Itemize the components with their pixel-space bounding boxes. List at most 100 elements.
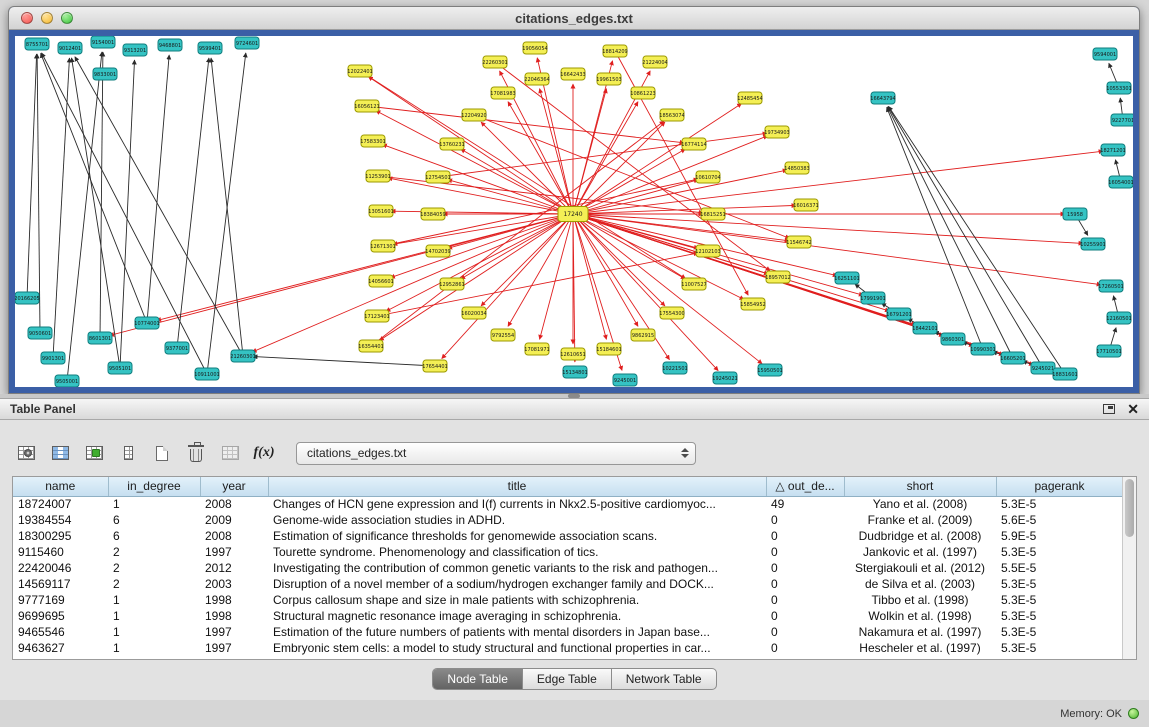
network-node[interactable]: 17081971 <box>524 343 549 355</box>
network-node[interactable]: 15854952 <box>740 298 765 310</box>
network-node[interactable]: 16774114 <box>681 138 706 150</box>
network-node[interactable]: 17081983 <box>490 87 515 99</box>
show-columns-button[interactable] <box>46 440 74 466</box>
network-node[interactable]: 9154001 <box>91 36 115 48</box>
network-node[interactable]: 9012401 <box>58 42 82 54</box>
table-row[interactable]: 1872400712008Changes of HCN gene express… <box>13 496 1123 512</box>
network-node[interactable]: 18384059 <box>420 208 445 220</box>
network-node[interactable]: 19245021 <box>712 372 737 384</box>
network-node[interactable]: 17991901 <box>860 292 885 304</box>
network-node[interactable]: 9468801 <box>158 39 182 51</box>
minimize-window-button[interactable] <box>41 12 53 24</box>
network-node[interactable]: 16054001 <box>1108 176 1133 188</box>
network-node[interactable]: 15134801 <box>562 366 587 378</box>
network-node[interactable]: 12204920 <box>461 109 486 121</box>
network-node[interactable]: 20166205 <box>15 292 40 304</box>
network-node[interactable]: 10610704 <box>695 171 720 183</box>
tab-node-table[interactable]: Node Table <box>433 669 523 689</box>
network-node[interactable]: 14850383 <box>784 162 809 174</box>
network-node[interactable]: 9505101 <box>108 362 132 374</box>
network-node[interactable]: 11253901 <box>365 170 390 182</box>
network-node[interactable]: 22260301 <box>482 56 507 68</box>
close-panel-icon[interactable]: ✕ <box>1127 402 1139 416</box>
network-node[interactable]: 12754501 <box>425 171 450 183</box>
table-row[interactable]: 2242004622012Investigating the contribut… <box>13 560 1123 576</box>
network-node[interactable]: 16643794 <box>870 92 895 104</box>
column-header-name[interactable]: name <box>13 477 108 496</box>
network-hub-node[interactable]: 17240 <box>558 207 588 222</box>
network-node[interactable]: 18271201 <box>1100 144 1125 156</box>
network-node[interactable]: 17554300 <box>659 307 684 319</box>
network-node[interactable]: 10990301 <box>970 343 995 355</box>
table-row[interactable]: 911546021997Tourette syndrome. Phenomeno… <box>13 544 1123 560</box>
network-node[interactable]: 10255901 <box>1080 238 1105 250</box>
network-node[interactable]: 16815251 <box>700 208 725 220</box>
table-source-dropdown[interactable]: citations_edges.txt <box>296 442 696 465</box>
table-row[interactable]: 977716911998Corpus callosum shape and si… <box>13 592 1123 608</box>
table-row[interactable]: 946554611997Estimation of the future num… <box>13 624 1123 640</box>
network-node[interactable]: 16791201 <box>886 308 911 320</box>
network-node[interactable]: 21260301 <box>230 350 255 362</box>
import-table-button[interactable] <box>216 440 244 466</box>
network-node[interactable]: 8601301 <box>88 332 112 344</box>
network-node[interactable]: 12160501 <box>1106 312 1131 324</box>
network-node[interactable]: 12022401 <box>347 65 372 77</box>
network-node[interactable]: 16605201 <box>1000 352 1025 364</box>
network-node[interactable]: 9860301 <box>941 333 965 345</box>
column-header-out_de[interactable]: △ out_de... <box>766 477 844 496</box>
network-node[interactable]: 9245001 <box>613 374 637 386</box>
network-node[interactable]: 16642433 <box>560 68 585 80</box>
network-node[interactable]: 10911001 <box>194 368 219 380</box>
network-node[interactable]: 21224004 <box>642 56 667 68</box>
network-node[interactable]: 10861223 <box>630 87 655 99</box>
window-titlebar[interactable]: citations_edges.txt <box>9 7 1139 30</box>
citation-network-graph[interactable]: 17240 16815251 12102103 11007527 17554300 986… <box>15 36 1133 387</box>
network-node[interactable]: 9377001 <box>165 342 189 354</box>
network-node[interactable]: 18831601 <box>1052 368 1077 380</box>
network-node[interactable]: 18442101 <box>912 322 937 334</box>
network-node[interactable]: 12671301 <box>370 240 395 252</box>
network-node[interactable]: 9594001 <box>1093 48 1117 60</box>
network-node[interactable]: 9833001 <box>93 68 117 80</box>
tab-edge-table[interactable]: Edge Table <box>523 669 612 689</box>
delete-table-button[interactable] <box>182 440 210 466</box>
network-node[interactable]: 9313201 <box>123 44 147 56</box>
table-row[interactable]: 1938455462009Genome-wide association stu… <box>13 512 1123 528</box>
table-row[interactable]: 969969511998Structural magnetic resonanc… <box>13 608 1123 624</box>
network-node[interactable]: 11007527 <box>681 278 706 290</box>
network-node[interactable]: 9050601 <box>28 327 52 339</box>
zoom-window-button[interactable] <box>61 12 73 24</box>
network-node[interactable]: 12102103 <box>695 245 720 257</box>
table-row[interactable]: 1830029562008Estimation of significance … <box>13 528 1123 544</box>
network-canvas[interactable]: 17240 16815251 12102103 11007527 17554300 986… <box>15 36 1133 387</box>
network-node[interactable]: 16251101 <box>834 272 859 284</box>
network-node[interactable]: 17654401 <box>422 360 447 372</box>
network-node[interactable]: 12485454 <box>737 92 762 104</box>
scrollbar-thumb[interactable] <box>1125 479 1134 537</box>
network-node[interactable]: 13760231 <box>439 138 464 150</box>
create-column-button[interactable] <box>80 440 108 466</box>
table-mode-button[interactable] <box>12 440 40 466</box>
column-header-in_degree[interactable]: in_degree <box>108 477 200 496</box>
network-node[interactable]: 18814209 <box>602 45 627 57</box>
network-node[interactable]: 22046364 <box>524 73 549 85</box>
new-table-button[interactable] <box>148 440 176 466</box>
table-row[interactable]: 1456911722003Disruption of a novel membe… <box>13 576 1123 592</box>
network-node[interactable]: 17123401 <box>364 310 389 322</box>
network-node[interactable]: 17260501 <box>1098 280 1123 292</box>
network-node[interactable]: 18563074 <box>659 109 684 121</box>
network-node[interactable]: 9505001 <box>55 375 79 387</box>
network-node[interactable]: 12610651 <box>560 348 585 360</box>
table-row[interactable]: 946362711997Embryonic stem cells: a mode… <box>13 640 1123 656</box>
network-node[interactable]: 14056601 <box>368 275 393 287</box>
network-node[interactable]: 15950501 <box>757 364 782 376</box>
network-node[interactable]: 10774001 <box>134 317 159 329</box>
network-node[interactable]: 16056121 <box>354 100 379 112</box>
column-header-short[interactable]: short <box>844 477 996 496</box>
network-node[interactable]: 9792554 <box>491 329 515 341</box>
network-node[interactable]: 16016371 <box>793 199 818 211</box>
network-node[interactable]: 17710501 <box>1096 345 1121 357</box>
network-node[interactable]: 14702039 <box>425 245 450 257</box>
network-node[interactable]: 9227701 <box>1111 114 1133 126</box>
tab-network-table[interactable]: Network Table <box>612 669 716 689</box>
